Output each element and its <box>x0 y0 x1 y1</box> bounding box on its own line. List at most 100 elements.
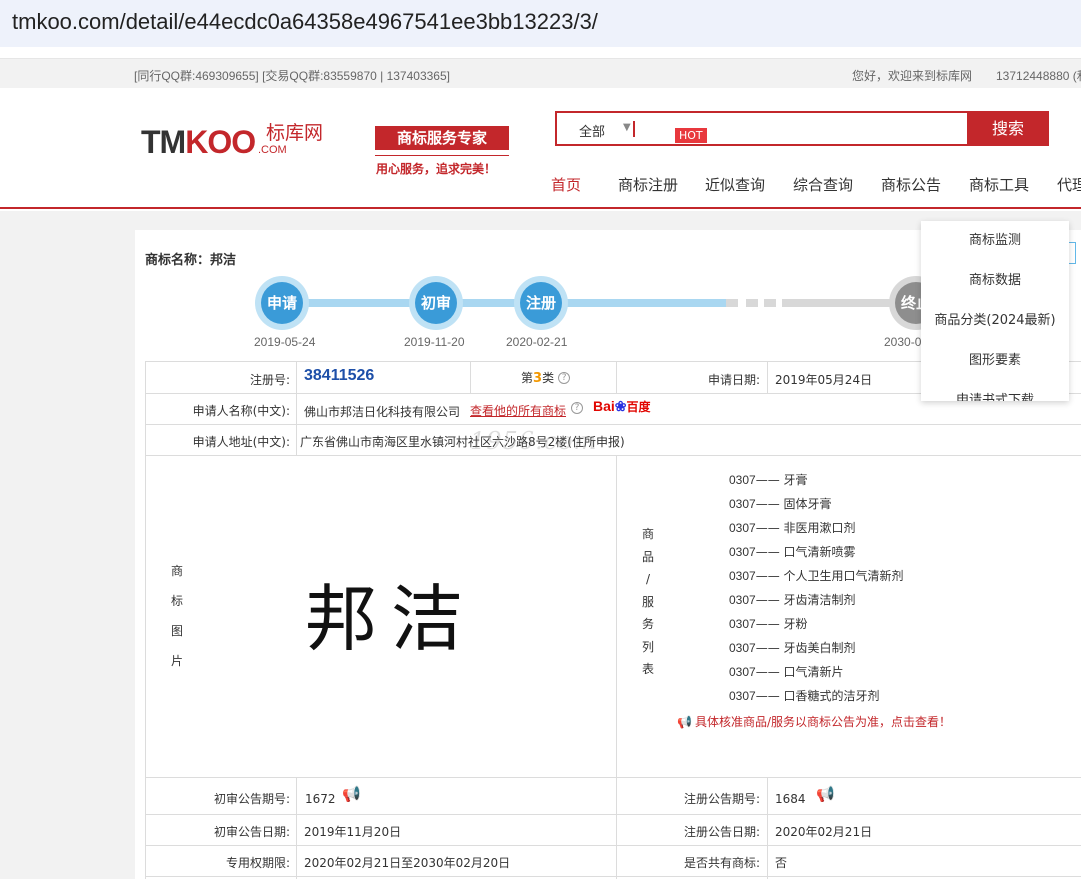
goods-list: 0307—— 牙膏 0307—— 固体牙膏 0307—— 非医用漱口剂 0307… <box>729 472 904 712</box>
goods-label-char: 务 <box>641 617 654 631</box>
table-border <box>145 361 146 879</box>
goods-name: 固体牙膏 <box>783 497 832 511</box>
timeline-step-apply: 申请 <box>255 276 309 330</box>
list-item: 0307—— 口气清新片 <box>729 664 904 688</box>
goods-code: 0307 <box>729 545 756 559</box>
table-border <box>296 777 297 879</box>
reg-issue-label: 注册公告期号: <box>683 792 760 806</box>
goods-dash: —— <box>755 641 780 655</box>
timeline-dash <box>764 299 776 307</box>
table-border <box>616 455 617 777</box>
goods-code: 0307 <box>729 521 756 535</box>
chevron-down-icon[interactable]: ▼ <box>623 122 631 133</box>
baidu-search-link[interactable]: Bai❀百度 <box>593 398 651 415</box>
goods-dash: —— <box>755 473 780 487</box>
menu-item-classification[interactable]: 商品分类(2024最新) <box>921 301 1069 341</box>
class-value: 第3类? <box>521 369 571 386</box>
trademark-name-value: 邦洁 <box>210 253 237 268</box>
timeline-step-label: 注册 <box>520 282 562 324</box>
goods-code: 0307 <box>729 665 756 679</box>
table-border <box>145 876 1081 877</box>
nav-item-tools[interactable]: 商标工具 <box>969 174 1029 195</box>
list-item: 0307—— 牙齿清洁制剂 <box>729 592 904 616</box>
goods-note-text: 具体核准商品/服务以商标公告为准，点击查看！ <box>694 715 951 729</box>
menu-item-monitoring[interactable]: 商标监测 <box>921 221 1069 261</box>
baidu-du: 百度 <box>626 400 651 414</box>
site-logo[interactable]: TMKOO .COM 标库网 <box>141 123 323 161</box>
nav-item-home[interactable]: 首页 <box>551 174 581 195</box>
applicant-all-trademarks-link[interactable]: 查看他的所有商标 <box>470 402 566 419</box>
search-button[interactable]: 搜索 <box>967 111 1049 146</box>
nav-item-comprehensive-search[interactable]: 综合查询 <box>793 174 853 195</box>
goods-dash: —— <box>755 617 780 631</box>
help-icon[interactable]: ? <box>558 372 571 384</box>
timeline-step-label: 申请 <box>261 282 303 324</box>
goods-code: 0307 <box>729 689 756 703</box>
goods-code: 0307 <box>729 617 756 631</box>
shared-value: 否 <box>775 856 788 870</box>
url-text[interactable]: tmkoo.com/detail/e44ecdc0a64358e4967541e… <box>12 9 598 35</box>
tools-dropdown-menu: 商标监测 商标数据 商品分类(2024最新) 图形要素 申请书式下载 <box>921 221 1069 401</box>
table-border <box>296 361 297 455</box>
goods-name: 口香糖式的洁牙剂 <box>783 689 880 703</box>
help-icon[interactable]: ? <box>571 402 583 414</box>
trademark-image[interactable]: 邦洁 <box>305 560 477 665</box>
slogan-subtext: 用心服务，追求完美！ <box>376 162 497 176</box>
goods-label-char: 表 <box>641 662 654 676</box>
timeline-date: 2019-11-20 <box>404 335 465 349</box>
image-label-char: 片 <box>170 654 183 668</box>
menu-item-data[interactable]: 商标数据 <box>921 261 1069 301</box>
nav-item-register[interactable]: 商标注册 <box>618 174 678 195</box>
image-label-char: 图 <box>170 624 183 638</box>
list-item: 0307—— 牙齿美白制剂 <box>729 640 904 664</box>
reg-date-label: 注册公告日期: <box>683 825 760 839</box>
goods-section-label: 商 品 / 服 务 列 表 <box>641 523 655 681</box>
term-label: 专用权期限: <box>225 856 290 870</box>
goods-code: 0307 <box>729 641 756 655</box>
timeline-progress-line <box>282 299 728 307</box>
apply-date-value: 2019年05月24日 <box>775 373 873 387</box>
list-item: 0307—— 牙粉 <box>729 616 904 640</box>
logo-cn: 标库网 <box>266 123 324 144</box>
reg-no-value: 38411526 <box>304 367 375 384</box>
menu-item-graphic-elements[interactable]: 图形要素 <box>921 341 1069 381</box>
nav-item-similar-search[interactable]: 近似查询 <box>705 174 765 195</box>
table-border <box>616 361 617 393</box>
browser-address-bar[interactable]: tmkoo.com/detail/e44ecdc0a64358e4967541e… <box>0 0 1081 47</box>
goods-label-char: 服 <box>641 594 654 609</box>
menu-item-form-download[interactable]: 申请书式下载 <box>921 381 1069 401</box>
image-label-char: 标 <box>170 594 183 608</box>
table-border <box>145 777 1081 778</box>
list-item: 0307—— 非医用漱口剂 <box>729 520 904 544</box>
megaphone-icon[interactable]: 📢 <box>342 785 361 803</box>
address-label: 申请人地址(中文): <box>192 435 290 449</box>
nav-item-agency[interactable]: 代理 <box>1057 174 1081 195</box>
table-border <box>616 777 617 879</box>
goods-label-char: 品 <box>641 549 654 564</box>
list-item: 0307—— 固体牙膏 <box>729 496 904 520</box>
site-header: TMKOO .COM 标库网 商标服务专家 用心服务，追求完美！ 全部 ▼ HO… <box>0 88 1081 209</box>
baidu-bai: Bai <box>593 398 615 414</box>
nav-item-announcements[interactable]: 商标公告 <box>881 174 941 195</box>
table-border <box>767 361 768 393</box>
goods-note-link[interactable]: 📢 具体核准商品/服务以商标公告为准，点击查看！ <box>677 713 951 730</box>
megaphone-icon: 📢 <box>677 715 692 729</box>
table-border <box>470 361 471 393</box>
timeline-date: 2020-02-21 <box>506 335 568 349</box>
timeline-date: 2019-05-24 <box>254 335 316 349</box>
image-section-label: 商 标 图 片 <box>170 556 184 676</box>
timeline-step-register: 注册 <box>514 276 568 330</box>
table-border <box>767 777 768 879</box>
list-item: 0307—— 口气清新喷雾 <box>729 544 904 568</box>
logo-tm: TM <box>141 124 186 160</box>
megaphone-icon[interactable]: 📢 <box>816 785 835 803</box>
prelim-date-label: 初审公告日期: <box>213 825 290 839</box>
apply-date-label: 申请日期: <box>707 373 760 387</box>
goods-name: 牙齿美白制剂 <box>783 641 856 655</box>
search-scope-select[interactable]: 全部 <box>579 121 605 140</box>
goods-name: 口气清新喷雾 <box>783 545 856 559</box>
goods-label-char: 商 <box>641 527 654 541</box>
goods-name: 口气清新片 <box>783 665 844 679</box>
goods-dash: —— <box>755 665 780 679</box>
goods-dash: —— <box>755 593 780 607</box>
